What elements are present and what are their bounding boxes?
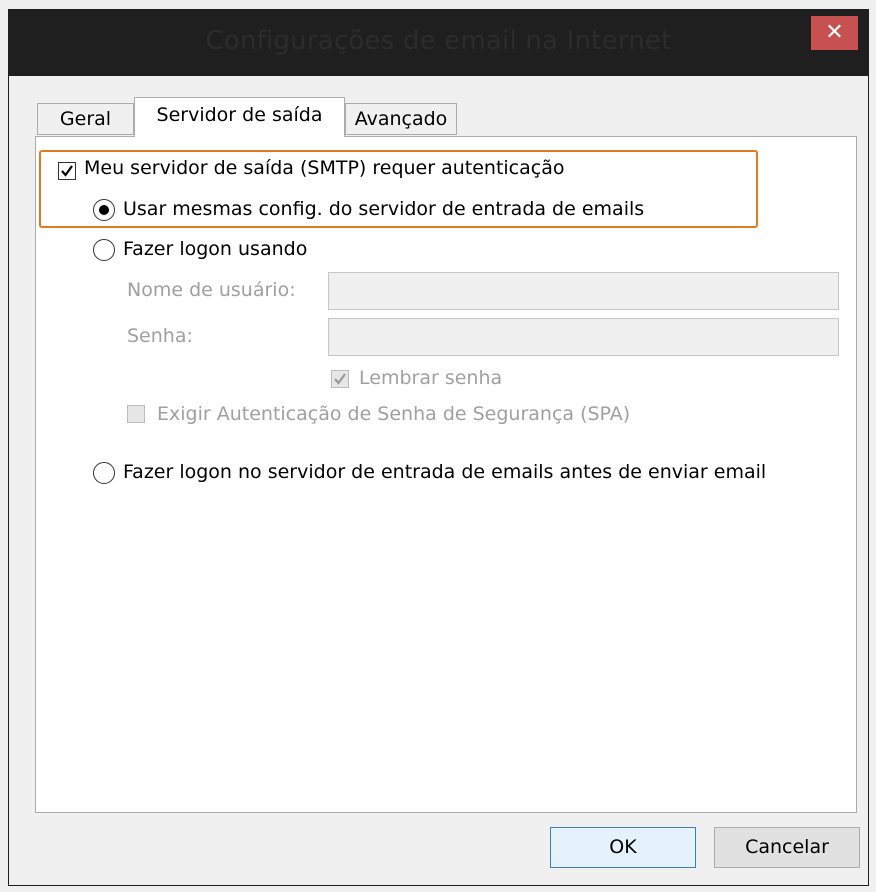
screenshot-frame: Configurações de email na Internet ✕ Ger… [0,0,876,892]
tab-servidor-de-saida[interactable]: Servidor de saída [134,97,345,137]
logon-using-label[interactable]: Fazer logon usando [123,238,307,260]
cancel-button[interactable]: Cancelar [714,827,860,868]
close-button[interactable]: ✕ [811,16,858,50]
spa-checkbox[interactable] [127,405,145,423]
logon-incoming-first-radio[interactable] [93,462,115,484]
tab-geral[interactable]: Geral [37,103,134,135]
remember-password-checkbox[interactable] [331,370,349,388]
remember-password-label[interactable]: Lembrar senha [359,367,502,389]
username-label: Nome de usuário: [127,279,296,301]
use-same-settings-radio[interactable] [93,199,115,221]
use-same-settings-label[interactable]: Usar mesmas config. do servidor de entra… [123,198,644,220]
logon-using-radio[interactable] [93,239,115,261]
close-icon: ✕ [825,20,844,45]
username-field[interactable] [328,272,839,310]
title-bar[interactable]: Configurações de email na Internet ✕ [9,10,868,76]
tab-avancado[interactable]: Avançado [345,103,457,135]
logon-incoming-first-label[interactable]: Fazer logon no servidor de entrada de em… [123,461,766,483]
smtp-auth-checkbox[interactable] [58,162,76,180]
radio-selected-dot [99,205,109,215]
outgoing-server-panel: Meu servidor de saída (SMTP) requer aute… [35,136,857,813]
password-label: Senha: [127,325,193,347]
ok-button[interactable]: OK [550,827,696,868]
checkmark-icon [61,165,73,177]
checkmark-icon [334,373,346,385]
window-title: Configurações de email na Internet [205,26,672,56]
email-settings-dialog: Configurações de email na Internet ✕ Ger… [8,9,869,886]
password-field[interactable] [328,318,839,356]
spa-label[interactable]: Exigir Autenticação de Senha de Seguranç… [157,403,630,425]
smtp-auth-label[interactable]: Meu servidor de saída (SMTP) requer aute… [84,157,564,179]
